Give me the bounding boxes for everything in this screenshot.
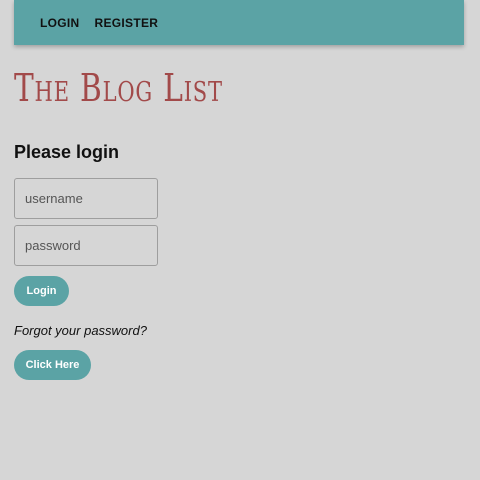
nav-register-link[interactable]: REGISTER bbox=[95, 16, 159, 30]
site-title: The Blog List bbox=[14, 66, 223, 110]
nav-login-link[interactable]: LOGIN bbox=[40, 16, 80, 30]
page: LOGIN REGISTER The Blog List Please logi… bbox=[0, 0, 480, 480]
click-here-button[interactable]: Click Here bbox=[14, 350, 91, 380]
top-navbar: LOGIN REGISTER bbox=[14, 0, 464, 45]
password-input[interactable] bbox=[14, 225, 158, 266]
username-input[interactable] bbox=[14, 178, 158, 219]
login-heading: Please login bbox=[14, 142, 120, 162]
forgot-password-text: Forgot your password? bbox=[14, 323, 147, 338]
login-button[interactable]: Login bbox=[14, 276, 69, 306]
